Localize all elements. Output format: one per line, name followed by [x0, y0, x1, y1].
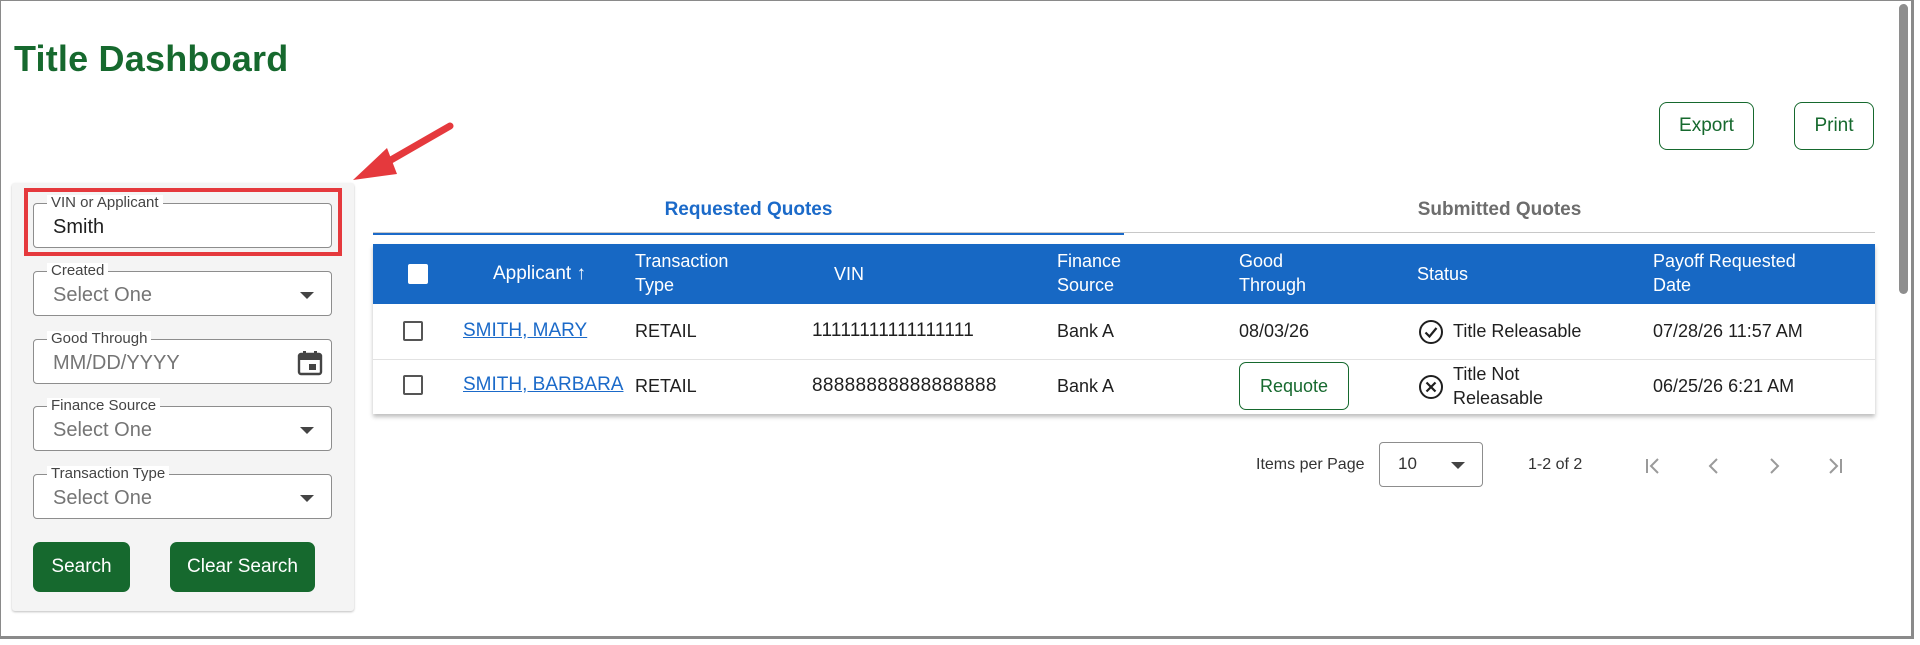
- items-per-page-select[interactable]: 10: [1379, 442, 1483, 487]
- sort-ascending-icon: ↑: [576, 263, 586, 284]
- good-through-field[interactable]: Good Through MM/DD/YYYY: [33, 331, 332, 384]
- transaction-type-cell: RETAIL: [635, 321, 697, 341]
- vin-cell: 88888888888888888: [812, 375, 997, 396]
- created-placeholder: Select One: [53, 284, 152, 306]
- applicant-link[interactable]: SMITH, MARY: [463, 319, 587, 343]
- payoff-date-cell: 06/25/26 6:21 AM: [1653, 376, 1795, 396]
- header-transaction-type-line1: Transaction: [635, 251, 729, 271]
- status-text: Title Releasable: [1453, 321, 1582, 341]
- transaction-type-select[interactable]: Transaction Type Select One: [33, 466, 332, 519]
- check-circle-icon: [1419, 320, 1443, 344]
- table-row: SMITH, BARBARA RETAIL 88888888888888888 …: [373, 360, 1875, 415]
- export-button[interactable]: Export: [1659, 102, 1754, 150]
- calendar-icon[interactable]: [297, 350, 323, 376]
- status-text-line1: Title Not: [1453, 364, 1520, 384]
- header-vin: VIN: [834, 264, 865, 284]
- clear-search-button[interactable]: Clear Search: [170, 542, 315, 592]
- created-select[interactable]: Created Select One: [33, 263, 332, 316]
- last-page-icon[interactable]: [1822, 454, 1846, 478]
- scrollbar-thumb[interactable]: [1899, 4, 1908, 294]
- annotation-highlight-box: [24, 188, 342, 256]
- transaction-type-label: Transaction Type: [47, 466, 170, 482]
- x-circle-icon: [1419, 375, 1443, 399]
- good-through-placeholder: MM/DD/YYYY: [53, 352, 180, 374]
- quotes-table: Applicant ↑ Transaction Type VIN Finance…: [373, 244, 1875, 414]
- header-applicant[interactable]: Applicant ↑: [493, 262, 586, 286]
- row-checkbox[interactable]: [403, 321, 423, 341]
- select-all-checkbox[interactable]: [408, 264, 428, 284]
- chevron-down-icon: [300, 292, 314, 299]
- row-checkbox[interactable]: [403, 375, 423, 395]
- first-page-icon[interactable]: [1642, 454, 1666, 478]
- items-per-page-value: 10: [1398, 454, 1417, 473]
- applicant-link[interactable]: SMITH, BARBARA: [463, 373, 623, 397]
- status-text-line2: Releasable: [1453, 388, 1544, 408]
- created-label: Created: [47, 263, 109, 279]
- header-transaction-type-line2: Type: [635, 275, 675, 295]
- status-text: Title Not Releasable: [1453, 362, 1543, 410]
- print-button[interactable]: Print: [1794, 102, 1874, 150]
- header-payoff-line2: Date: [1653, 275, 1692, 295]
- tabs-divider: [373, 232, 1875, 233]
- table-header: Applicant ↑ Transaction Type VIN Finance…: [373, 244, 1875, 304]
- finance-source-select[interactable]: Finance Source Select One: [33, 398, 332, 451]
- chevron-down-icon: [300, 495, 314, 502]
- next-page-icon[interactable]: [1762, 454, 1786, 478]
- header-transaction-type: Transaction Type: [635, 249, 728, 297]
- transaction-type-placeholder: Select One: [53, 487, 152, 509]
- tab-submitted-quotes[interactable]: Submitted Quotes: [1124, 188, 1875, 232]
- page-range-text: 1-2 of 2: [1528, 456, 1583, 473]
- header-good-through: Good Through: [1239, 249, 1306, 297]
- finance-source-label: Finance Source: [47, 398, 161, 414]
- page-title: Title Dashboard: [14, 38, 289, 79]
- finance-source-cell: Bank A: [1057, 321, 1115, 341]
- header-payoff-line1: Payoff Requested: [1653, 251, 1796, 271]
- good-through-cell: 08/03/26: [1239, 321, 1310, 341]
- header-finance-source: Finance Source: [1057, 249, 1121, 297]
- payoff-date-cell: 07/28/26 11:57 AM: [1653, 321, 1803, 341]
- header-finance-source-line2: Source: [1057, 275, 1115, 295]
- header-finance-source-line1: Finance: [1057, 251, 1122, 271]
- finance-source-placeholder: Select One: [53, 419, 152, 441]
- header-good-through-line2: Through: [1239, 275, 1307, 295]
- header-applicant-label: Applicant: [493, 263, 572, 284]
- items-per-page-label: Items per Page: [1256, 456, 1365, 473]
- annotation-arrow: [353, 122, 454, 180]
- chevron-down-icon: [300, 427, 314, 434]
- previous-page-icon[interactable]: [1702, 454, 1726, 478]
- search-button[interactable]: Search: [33, 542, 130, 592]
- finance-source-cell: Bank A: [1057, 376, 1115, 396]
- good-through-label: Good Through: [47, 331, 152, 347]
- table-row: SMITH, MARY RETAIL 11111111111111111 Ban…: [373, 304, 1875, 360]
- header-good-through-line1: Good: [1239, 251, 1284, 271]
- tab-requested-quotes[interactable]: Requested Quotes: [373, 188, 1124, 235]
- header-status: Status: [1417, 264, 1469, 284]
- transaction-type-cell: RETAIL: [635, 376, 697, 396]
- vin-cell: 11111111111111111: [812, 320, 975, 341]
- chevron-down-icon: [1451, 462, 1465, 469]
- header-payoff-requested-date: Payoff Requested Date: [1653, 249, 1796, 297]
- requote-button[interactable]: Requote: [1239, 362, 1349, 410]
